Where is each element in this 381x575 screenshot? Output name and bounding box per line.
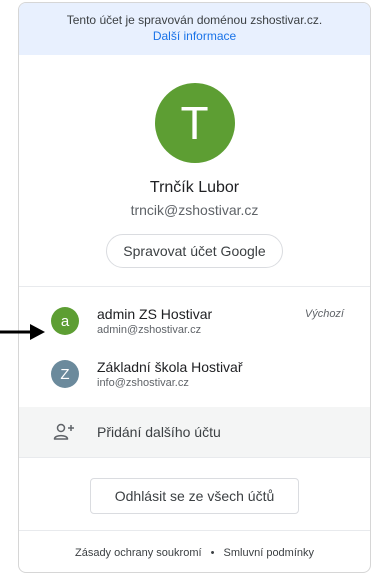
- default-account-badge: Výchozí: [304, 308, 344, 320]
- more-info-link[interactable]: Další informace: [153, 28, 236, 44]
- account-item-name: Základní škola Hostivař: [97, 359, 243, 375]
- manage-google-account-button[interactable]: Spravovat účet Google: [106, 234, 283, 268]
- account-item-admin[interactable]: a admin ZS Hostivar admin@zshostivar.cz …: [19, 293, 370, 346]
- avatar-letter: T: [180, 97, 209, 149]
- page: Tento účet je spravován doménou zshostiv…: [0, 0, 381, 575]
- footer-separator: •: [210, 547, 215, 559]
- add-account-button[interactable]: Přidání dalšího účtu: [19, 407, 370, 457]
- current-account-profile: T Trnčík Lubor trncik@zshostivar.cz Spra…: [19, 55, 370, 268]
- terms-of-service-link[interactable]: Smluvní podmínky: [224, 547, 314, 559]
- logout-section: Odhlásit se ze všech účtů: [19, 458, 370, 530]
- add-account-label: Přidání dalšího účtu: [97, 424, 221, 440]
- privacy-policy-link[interactable]: Zásady ochrany soukromí: [75, 547, 202, 559]
- account-name: Trnčík Lubor: [149, 179, 240, 196]
- managed-domain-text: Tento účet je spravován doménou zshostiv…: [66, 13, 323, 27]
- avatar-letter: Z: [60, 365, 70, 383]
- avatar: Z: [51, 360, 79, 388]
- footer: Zásady ochrany soukromí • Smluvní podmín…: [19, 531, 370, 559]
- arrow-right-icon: [0, 324, 45, 340]
- account-email: trncik@zshostivar.cz: [130, 202, 259, 218]
- avatar[interactable]: T: [154, 83, 235, 163]
- avatar: a: [51, 307, 79, 335]
- managed-domain-banner: Tento účet je spravován doménou zshostiv…: [19, 3, 370, 55]
- account-item-email: info@zshostivar.cz: [97, 377, 189, 389]
- account-item-school[interactable]: Z Základní škola Hostivař info@zshostiva…: [19, 346, 370, 399]
- account-switcher-card: Tento účet je spravován doménou zshostiv…: [18, 2, 371, 573]
- person-add-icon: [53, 423, 74, 440]
- sign-out-all-button[interactable]: Odhlásit se ze všech účtů: [89, 478, 300, 514]
- account-item-email: admin@zshostivar.cz: [97, 324, 202, 336]
- avatar-letter: a: [60, 312, 70, 330]
